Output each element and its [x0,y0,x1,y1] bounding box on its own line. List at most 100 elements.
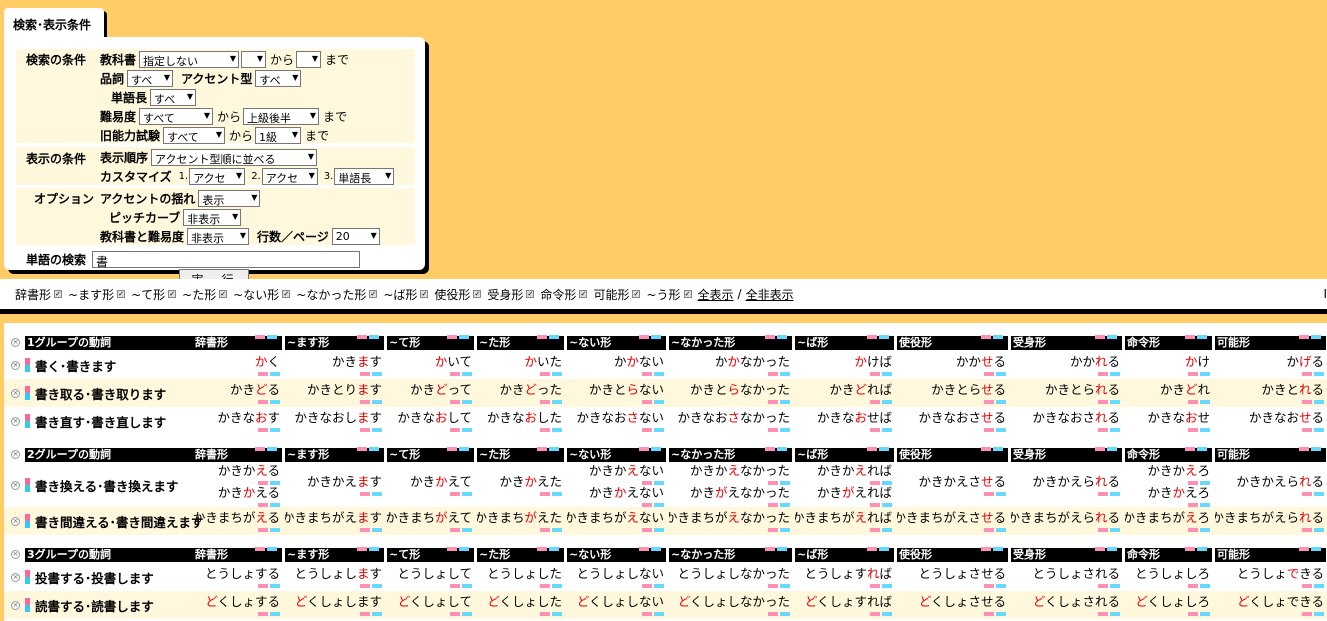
form-part: ま [356,382,370,397]
filter-2[interactable]: ~て形 ✓ [131,286,177,303]
form-cell: かきまちがえない [567,507,667,535]
form-text: かきなおせ [1147,410,1210,425]
jlpt-from-select[interactable]: すべて [163,126,226,144]
form-part: せ [980,474,994,489]
remove-verb-icon[interactable]: × [11,601,20,610]
word-search-input[interactable]: 書 [92,250,361,269]
form-text: どくしょして [398,594,472,609]
textbook-difficulty-select[interactable]: 非表示 [187,227,250,245]
textbook-from-select[interactable] [241,50,267,68]
form-part: ど [524,382,537,397]
form-part: とうしょさせる [918,566,1006,581]
form-part: かき [410,474,436,489]
filter-checkbox[interactable]: ✓ [369,290,378,298]
form-cell: かきまちがえろ [1125,507,1213,535]
form-cell: とうしょしろ [1125,563,1213,591]
filter-4[interactable]: ~ない形 ✓ [233,286,291,303]
form-part: え [255,463,268,478]
customize-3-select[interactable]: 単語長 [334,167,395,185]
pitch-marker-icon [868,581,892,588]
form-cell: かきなおさせる [897,407,1009,435]
remove-group-icon[interactable]: × [11,550,20,559]
form-part: くしょさせる [930,594,1006,609]
remove-verb-icon[interactable]: × [11,517,20,526]
form-part: とうしょする [204,566,280,581]
filter-checkbox[interactable]: ✓ [683,290,692,298]
filter-5[interactable]: ~なかった形 ✓ [296,286,378,303]
form-cell: かきとらなかった [669,379,793,407]
remove-group-icon[interactable]: × [11,450,20,459]
form-cell: どくしょします [285,591,385,619]
column-header: 受身形 [1011,448,1122,462]
pitch-marker-icon [982,369,1006,376]
accent-type-select[interactable]: すべ [255,69,302,87]
form-part: とうしょされる [1032,566,1120,581]
display-order-select[interactable]: アクセント型順に並べる [151,148,318,166]
form-text: かきなおします [294,410,382,425]
pitch-marker-icon [1186,425,1210,432]
remove-verb-icon[interactable]: × [11,573,20,582]
form-cell: どくしょする [193,591,283,619]
word-length-select[interactable]: すべ [150,88,197,106]
filter-checkbox[interactable]: ✓ [54,290,63,298]
search-conditions-tab[interactable]: 検索･表示条件 [4,8,104,38]
jlpt-to-select[interactable]: 1級 [255,126,302,144]
form-cell: かきなおした [477,407,565,435]
remove-verb-icon[interactable]: × [11,417,20,426]
form-part: が [841,485,855,500]
filter-checkbox[interactable]: ✓ [219,290,228,298]
form-part: かきなお [677,410,728,425]
pitch-curve-select[interactable]: 非表示 [183,208,242,226]
filter-7[interactable]: 使役形 ✓ [434,286,482,303]
remove-verb-icon[interactable]: × [11,389,20,398]
form-part: で [1286,566,1300,581]
form-cell: かいて [387,351,475,379]
form-part: ど [1237,594,1250,609]
filter-checkbox[interactable]: ✓ [282,290,291,298]
filter-9[interactable]: 命令形 ✓ [540,286,588,303]
pitch-marker-icon [445,440,469,451]
form-part: かき [1147,485,1173,500]
filter-11[interactable]: ~う形 ✓ [646,286,692,303]
difficulty-from-select[interactable]: すべて [139,107,214,125]
filter-10[interactable]: 可能形 ✓ [593,286,641,303]
filter-checkbox[interactable]: ✓ [579,290,588,298]
form-text: どくしょした [487,594,562,609]
rows-per-page-select[interactable]: 20 [331,227,380,245]
form-part: かきかえ [306,474,357,489]
filter-checkbox[interactable]: ✓ [632,290,641,298]
form-part: か [727,354,740,369]
filter-6[interactable]: ~ば形 ✓ [383,286,429,303]
difficulty-to-select[interactable]: 上級後半 [243,107,320,125]
verb-name: 書き換える･書き換えます [35,478,179,494]
form-cell: かきなおせ [1125,407,1213,435]
form-text: かきとらなかった [690,382,790,397]
pos-select[interactable]: すべ [127,69,174,87]
filter-checkbox[interactable]: ✓ [473,290,482,298]
filter-checkbox[interactable]: ✓ [420,290,429,298]
hide-all-link[interactable]: 全非表示 [746,286,794,303]
verb-row: × 投書する･投書します とうしょする とうしょします とうしょして とうしょした とうしょ… [4,563,1327,591]
filter-3[interactable]: ~た形 ✓ [182,286,228,303]
filter-checkbox[interactable]: ✓ [168,290,177,298]
customize-2-select[interactable]: アクセ [261,167,318,185]
form-part: ど [804,594,817,609]
filter-checkbox[interactable]: ✓ [117,290,126,298]
filter-1[interactable]: ~ます形 ✓ [68,286,126,303]
filter-checkbox[interactable]: ✓ [526,290,535,298]
textbook-select[interactable]: 指定しない [139,50,240,68]
form-text: かげる [1286,354,1324,369]
accent-sway-select[interactable]: 表示 [198,189,261,207]
filter-8[interactable]: 受身形 ✓ [487,286,535,303]
form-text: どくしょします [295,594,382,609]
remove-group-icon[interactable]: × [11,338,20,347]
customize-1-select[interactable]: アクセ [189,167,246,185]
textbook-to-select[interactable] [296,50,322,68]
remove-verb-icon[interactable]: × [11,481,20,490]
form-part: る [1107,382,1120,397]
form-filter-bar: 辞書形 ✓ ~ます形 ✓ ~て形 ✓ ~た形 ✓ ~ない形 ✓ ~なかった形 ✓ ~ば形 ✓ 使役形 ✓ 受身形… [0,279,1327,314]
pitch-marker-icon [637,440,661,451]
remove-verb-icon[interactable]: × [11,361,20,370]
filter-0[interactable]: 辞書形 ✓ [15,286,63,303]
show-all-link[interactable]: 全表示 [698,286,734,303]
